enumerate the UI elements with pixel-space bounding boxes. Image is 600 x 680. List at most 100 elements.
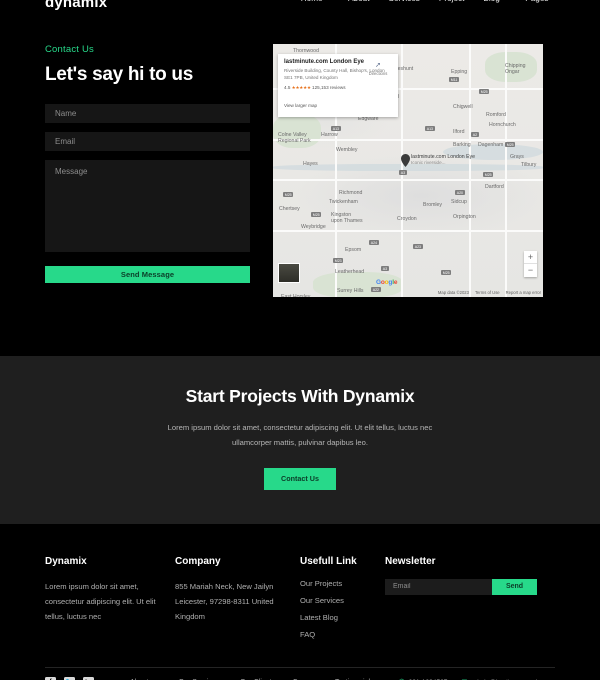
map-canvas[interactable]: CheshuntEppingChipping OngarEnfieldChigw…	[273, 44, 543, 297]
map-place-label: Chipping Ongar	[505, 63, 526, 75]
map-place-label: Barking	[453, 142, 471, 148]
nav-item-about[interactable]: About	[348, 0, 369, 3]
street-view-thumbnail[interactable]	[278, 263, 300, 283]
map-road-shield: M25	[505, 142, 516, 147]
nav-item-services[interactable]: Services	[389, 0, 420, 3]
footer-link[interactable]: Latest Blog	[300, 613, 385, 622]
footer-newsletter-column: Newsletter Send	[385, 556, 550, 647]
map-road-shield: A23	[413, 244, 423, 249]
map-road-shield: M23	[333, 258, 344, 263]
nav-item-pages[interactable]: Pages	[525, 0, 555, 3]
map-road-shield: A20	[455, 190, 465, 195]
map-place-label: Tilbury	[521, 162, 537, 168]
map-road-shield: A24	[369, 240, 379, 245]
map-attribution-item[interactable]: Terms of Use	[475, 290, 500, 295]
twitter-icon[interactable]: 🐦	[64, 676, 75, 680]
map-directions-button[interactable]: ➚ Directions	[365, 62, 391, 76]
site-header: dynamix Home About Services Project Blog Page…	[0, 0, 600, 12]
contact-title: Let's say hi to us	[45, 64, 193, 85]
cta-contact-button[interactable]: Contact Us	[264, 467, 336, 490]
message-textarea[interactable]	[45, 160, 250, 252]
map-road-shield: M25	[483, 172, 494, 177]
cta-section: Start Projects With Dynamix Lorem ipsum …	[0, 356, 600, 524]
zoom-out-button[interactable]: −	[524, 264, 537, 277]
site-footer: Dynamix Lorem ipsum dolor sit amet, cons…	[0, 523, 600, 647]
map-place-label: Romford	[486, 112, 506, 118]
newsletter-form: Send	[385, 578, 537, 595]
map-place-label: Dagenham	[478, 142, 504, 148]
nav-item-project[interactable]: Project	[439, 0, 464, 3]
footer-link[interactable]: FAQ	[300, 630, 385, 639]
nav-item-label: Blog	[483, 0, 499, 3]
nav-item-label: Home	[301, 0, 323, 3]
map-place-label: Leatherhead	[335, 269, 365, 275]
site-logo[interactable]: dynamix	[45, 0, 107, 11]
send-message-button[interactable]: Send Message	[45, 266, 250, 283]
map-place-label: Chigwell	[453, 104, 473, 110]
nav-item-home[interactable]: Home	[301, 0, 329, 3]
map-place-label: Orpington	[453, 214, 476, 220]
page-root: dynamix Home About Services Project Blog Page…	[0, 0, 600, 680]
map-attribution-item[interactable]: Map data ©2023	[438, 290, 469, 295]
footer-link[interactable]: Our Services	[300, 596, 385, 605]
newsletter-send-button[interactable]: Send	[492, 578, 537, 595]
nav-item-blog[interactable]: Blog	[483, 0, 506, 3]
youtube-icon[interactable]: ▶	[83, 676, 94, 680]
map-place-label: Epping	[451, 69, 468, 75]
map-place-label: Croydon	[397, 216, 417, 222]
map-place-label: Edgware	[358, 116, 379, 122]
footer-useful-column: Usefull Link Our Projects Our Services Lat…	[300, 556, 385, 647]
map-attribution-item[interactable]: Report a map error	[506, 290, 541, 295]
main-navigation: Home About Services Project Blog Pages	[301, 0, 555, 3]
map-road-shield: M25	[283, 192, 294, 197]
map-marker-subtitle: Iconic riverside...	[411, 160, 446, 165]
map-place-label: Hayes	[303, 161, 318, 167]
map-road-shield: A13	[425, 126, 435, 131]
zoom-in-button[interactable]: +	[524, 251, 537, 264]
email-input[interactable]	[45, 132, 250, 151]
map-place-label: Chertsey	[279, 206, 300, 212]
map-zoom-controls[interactable]: + −	[524, 251, 537, 277]
map-place-label: Sidcup	[451, 199, 467, 205]
footer-company-heading: Company	[175, 555, 221, 567]
map-road-shield: M25	[479, 89, 490, 94]
map-road-shield: A13	[331, 126, 341, 131]
footer-useful-heading: Usefull Link	[300, 555, 357, 567]
newsletter-email-input[interactable]	[385, 578, 492, 595]
footer-brand-heading: Dynamix	[45, 555, 87, 567]
facebook-icon[interactable]: f	[45, 676, 56, 680]
map-road-shield: A22	[371, 287, 381, 292]
social-links: f 🐦 ▶	[45, 676, 130, 680]
footer-useful-links: Our Projects Our Services Latest Blog FAQ	[300, 579, 385, 639]
map-place-label: Richmond	[339, 190, 363, 196]
footer-link[interactable]: Our Projects	[300, 579, 385, 588]
google-logo-letter: e	[393, 279, 398, 286]
map-place-label: Dartford	[485, 184, 504, 190]
stars-icon: ★★★★★	[291, 84, 311, 90]
footer-newsletter-heading: Newsletter	[385, 555, 436, 567]
directions-icon: ➚	[375, 62, 381, 69]
map-place-label: Colne Valley Regional Park	[278, 132, 311, 144]
cta-title: Start Projects With Dynamix	[185, 386, 415, 406]
name-input[interactable]	[45, 104, 250, 123]
view-larger-map-link[interactable]: View larger map	[284, 103, 317, 108]
map-place-label: Epsom	[345, 247, 362, 253]
rating-value: 4.5	[284, 84, 291, 90]
map-info-card: lastminute.com London Eye Riverside Buil…	[278, 54, 398, 117]
google-logo: Google	[376, 279, 397, 286]
nav-item-label: Project	[439, 0, 464, 3]
nav-item-label: About	[348, 0, 369, 3]
footer-company-column: Company 855 Mariah Neck, New Jailyn Leic…	[175, 556, 300, 647]
google-map[interactable]: CheshuntEppingChipping OngarEnfieldChigw…	[273, 44, 543, 297]
contact-eyebrow: Contact Us	[45, 44, 94, 55]
map-road-shield: M25	[311, 212, 322, 217]
footer-bottom-bar: f🐦▶ About usOur ServicesOur ClientCareer…	[0, 668, 600, 680]
map-place-label: Harrow	[321, 132, 338, 138]
map-marker-icon[interactable]	[401, 154, 410, 167]
map-road-shield: A3	[381, 266, 389, 271]
footer-brand-text: Lorem ipsum dolor sit amet, consectetur …	[45, 581, 156, 621]
review-count: 125,153 reviews	[312, 84, 346, 90]
map-attribution: Map data ©2023 Terms of Use Report a map e…	[438, 290, 541, 295]
map-place-label: Surrey Hills	[337, 288, 364, 294]
map-road-shield: A2	[471, 132, 479, 137]
